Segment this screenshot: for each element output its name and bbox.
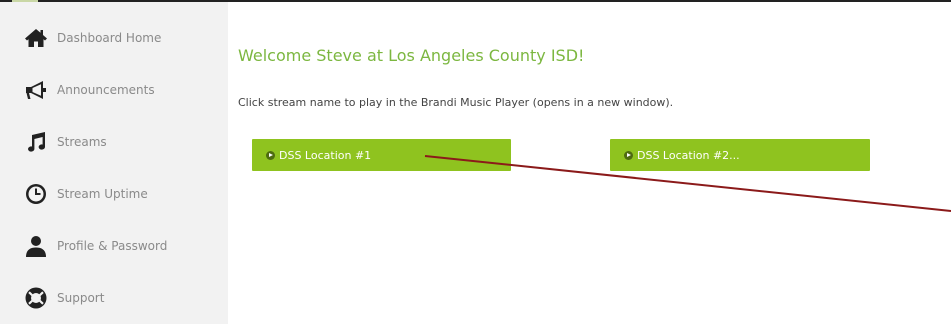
stream-button-dss-location-1[interactable]: DSS Location #1 bbox=[252, 139, 511, 171]
clock-icon bbox=[24, 182, 48, 206]
sidebar-item-label: Dashboard Home bbox=[57, 31, 162, 45]
instruction-text: Click stream name to play in the Brandi … bbox=[238, 96, 674, 109]
home-icon bbox=[24, 26, 48, 50]
sidebar-item-label: Support bbox=[57, 291, 105, 305]
play-circle-icon bbox=[624, 150, 633, 160]
lifebuoy-icon bbox=[24, 286, 48, 310]
sidebar-item-announcements[interactable]: Announcements bbox=[0, 70, 228, 110]
sidebar-item-profile-password[interactable]: Profile & Password bbox=[0, 226, 228, 266]
sidebar-item-label: Streams bbox=[57, 135, 107, 149]
sidebar-item-label: Announcements bbox=[57, 83, 155, 97]
sidebar-item-streams[interactable]: Streams bbox=[0, 122, 228, 162]
sidebar-item-label: Profile & Password bbox=[57, 239, 168, 253]
stream-button-label: DSS Location #2... bbox=[637, 148, 740, 162]
sidebar-item-stream-uptime[interactable]: Stream Uptime bbox=[0, 174, 228, 214]
play-circle-icon bbox=[266, 150, 275, 160]
user-icon bbox=[24, 234, 48, 258]
sidebar-item-label: Stream Uptime bbox=[57, 187, 148, 201]
main-content: Welcome Steve at Los Angeles County ISD!… bbox=[228, 2, 951, 324]
sidebar-item-support[interactable]: Support bbox=[0, 278, 228, 318]
welcome-heading: Welcome Steve at Los Angeles County ISD! bbox=[238, 46, 585, 65]
stream-button-label: DSS Location #1 bbox=[279, 148, 372, 162]
music-note-icon bbox=[24, 130, 48, 154]
sidebar-nav: Dashboard Home Announcements Streams Str… bbox=[0, 2, 228, 324]
sidebar-item-dashboard-home[interactable]: Dashboard Home bbox=[0, 18, 228, 58]
stream-button-dss-location-2[interactable]: DSS Location #2... bbox=[610, 139, 870, 171]
megaphone-icon bbox=[24, 78, 48, 102]
